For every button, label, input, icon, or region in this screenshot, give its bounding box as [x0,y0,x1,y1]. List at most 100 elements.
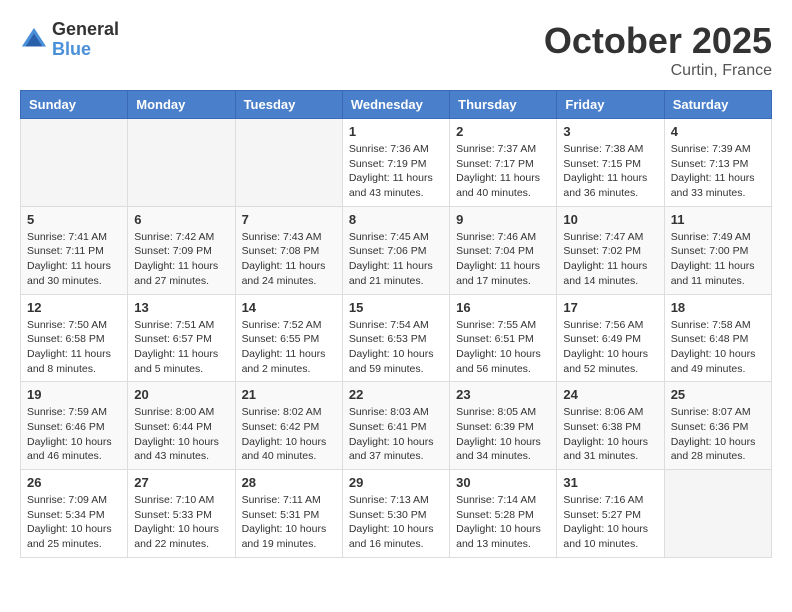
day-info: Sunrise: 7:55 AMSunset: 6:51 PMDaylight:… [456,318,550,377]
calendar-cell [664,470,771,558]
calendar-cell: 13 Sunrise: 7:51 AMSunset: 6:57 PMDayligh… [128,294,235,382]
day-info: Sunrise: 7:46 AMSunset: 7:04 PMDaylight:… [456,230,550,289]
calendar-cell: 3 Sunrise: 7:38 AMSunset: 7:15 PMDaylight… [557,119,664,207]
calendar-cell: 31Sunrise: 7:16 AMSunset: 5:27 PMDayligh… [557,470,664,558]
calendar-cell: 30Sunrise: 7:14 AMSunset: 5:28 PMDayligh… [450,470,557,558]
day-number: 7 [242,212,336,227]
calendar-week-2: 5 Sunrise: 7:41 AMSunset: 7:11 PMDaylight… [21,206,772,294]
day-number: 5 [27,212,121,227]
calendar-cell: 9 Sunrise: 7:46 AMSunset: 7:04 PMDaylight… [450,206,557,294]
day-info: Sunrise: 7:38 AMSunset: 7:15 PMDaylight:… [563,142,657,201]
day-info: Sunrise: 7:58 AMSunset: 6:48 PMDaylight:… [671,318,765,377]
logo: General Blue [20,20,119,60]
day-number: 21 [242,387,336,402]
day-number: 4 [671,124,765,139]
day-number: 8 [349,212,443,227]
location: Curtin, France [544,62,772,80]
day-info: Sunrise: 7:54 AMSunset: 6:53 PMDaylight:… [349,318,443,377]
calendar-cell: 14 Sunrise: 7:52 AMSunset: 6:55 PMDayligh… [235,294,342,382]
calendar-cell [235,119,342,207]
calendar-cell: 24 Sunrise: 8:06 AMSunset: 6:38 PMDayligh… [557,382,664,470]
calendar-cell: 1 Sunrise: 7:36 AMSunset: 7:19 PMDaylight… [342,119,449,207]
day-number: 9 [456,212,550,227]
day-header-saturday: Saturday [664,91,771,119]
calendar-cell: 6 Sunrise: 7:42 AMSunset: 7:09 PMDaylight… [128,206,235,294]
calendar-cell: 12 Sunrise: 7:50 AMSunset: 6:58 PMDayligh… [21,294,128,382]
day-header-wednesday: Wednesday [342,91,449,119]
day-info: Sunrise: 7:47 AMSunset: 7:02 PMDaylight:… [563,230,657,289]
day-header-thursday: Thursday [450,91,557,119]
calendar-cell: 4 Sunrise: 7:39 AMSunset: 7:13 PMDaylight… [664,119,771,207]
day-info: Sunrise: 7:13 AMSunset: 5:30 PMDaylight:… [349,493,443,552]
calendar-header-row: SundayMondayTuesdayWednesdayThursdayFrid… [21,91,772,119]
calendar-cell: 11 Sunrise: 7:49 AMSunset: 7:00 PMDayligh… [664,206,771,294]
day-number: 17 [563,300,657,315]
day-number: 23 [456,387,550,402]
day-number: 6 [134,212,228,227]
day-info: Sunrise: 7:37 AMSunset: 7:17 PMDaylight:… [456,142,550,201]
day-number: 30 [456,475,550,490]
calendar-cell: 20 Sunrise: 8:00 AMSunset: 6:44 PMDayligh… [128,382,235,470]
day-info: Sunrise: 7:09 AMSunset: 5:34 PMDaylight:… [27,493,121,552]
day-info: Sunrise: 7:36 AMSunset: 7:19 PMDaylight:… [349,142,443,201]
calendar-cell: 8Sunrise: 7:45 AMSunset: 7:06 PMDaylight… [342,206,449,294]
day-number: 11 [671,212,765,227]
calendar-cell [128,119,235,207]
day-number: 24 [563,387,657,402]
day-info: Sunrise: 7:50 AMSunset: 6:58 PMDaylight:… [27,318,121,377]
day-header-monday: Monday [128,91,235,119]
day-number: 19 [27,387,121,402]
day-number: 29 [349,475,443,490]
day-header-friday: Friday [557,91,664,119]
calendar-cell: 25Sunrise: 8:07 AMSunset: 6:36 PMDayligh… [664,382,771,470]
logo-text: General Blue [52,20,119,60]
day-number: 27 [134,475,228,490]
day-number: 18 [671,300,765,315]
day-info: Sunrise: 8:06 AMSunset: 6:38 PMDaylight:… [563,405,657,464]
calendar-week-1: 1 Sunrise: 7:36 AMSunset: 7:19 PMDaylight… [21,119,772,207]
logo-blue-text: Blue [52,40,119,60]
calendar-cell: 21Sunrise: 8:02 AMSunset: 6:42 PMDayligh… [235,382,342,470]
calendar-cell: 17 Sunrise: 7:56 AMSunset: 6:49 PMDayligh… [557,294,664,382]
day-number: 22 [349,387,443,402]
day-number: 25 [671,387,765,402]
day-number: 26 [27,475,121,490]
calendar-cell: 27 Sunrise: 7:10 AMSunset: 5:33 PMDayligh… [128,470,235,558]
day-info: Sunrise: 7:41 AMSunset: 7:11 PMDaylight:… [27,230,121,289]
day-number: 3 [563,124,657,139]
day-info: Sunrise: 7:49 AMSunset: 7:00 PMDaylight:… [671,230,765,289]
day-number: 14 [242,300,336,315]
calendar-cell: 10Sunrise: 7:47 AMSunset: 7:02 PMDayligh… [557,206,664,294]
day-number: 13 [134,300,228,315]
calendar-cell: 16 Sunrise: 7:55 AMSunset: 6:51 PMDayligh… [450,294,557,382]
calendar-cell: 28Sunrise: 7:11 AMSunset: 5:31 PMDayligh… [235,470,342,558]
day-number: 16 [456,300,550,315]
day-info: Sunrise: 8:00 AMSunset: 6:44 PMDaylight:… [134,405,228,464]
day-number: 15 [349,300,443,315]
day-info: Sunrise: 7:59 AMSunset: 6:46 PMDaylight:… [27,405,121,464]
day-info: Sunrise: 7:39 AMSunset: 7:13 PMDaylight:… [671,142,765,201]
month-title: October 2025 [544,20,772,62]
calendar-week-4: 19 Sunrise: 7:59 AMSunset: 6:46 PMDayligh… [21,382,772,470]
day-header-sunday: Sunday [21,91,128,119]
day-number: 1 [349,124,443,139]
day-number: 12 [27,300,121,315]
calendar-cell [21,119,128,207]
calendar-week-3: 12 Sunrise: 7:50 AMSunset: 6:58 PMDayligh… [21,294,772,382]
day-info: Sunrise: 7:42 AMSunset: 7:09 PMDaylight:… [134,230,228,289]
day-info: Sunrise: 7:52 AMSunset: 6:55 PMDaylight:… [242,318,336,377]
day-info: Sunrise: 7:51 AMSunset: 6:57 PMDaylight:… [134,318,228,377]
logo-general-text: General [52,20,119,40]
day-info: Sunrise: 7:10 AMSunset: 5:33 PMDaylight:… [134,493,228,552]
calendar-cell: 19 Sunrise: 7:59 AMSunset: 6:46 PMDayligh… [21,382,128,470]
calendar-cell: 29 Sunrise: 7:13 AMSunset: 5:30 PMDayligh… [342,470,449,558]
page-header: General Blue October 2025 Curtin, France [20,20,772,80]
calendar-table: SundayMondayTuesdayWednesdayThursdayFrid… [20,90,772,558]
day-header-tuesday: Tuesday [235,91,342,119]
calendar-cell: 7Sunrise: 7:43 AMSunset: 7:08 PMDaylight… [235,206,342,294]
calendar-cell: 23Sunrise: 8:05 AMSunset: 6:39 PMDayligh… [450,382,557,470]
calendar-week-5: 26 Sunrise: 7:09 AMSunset: 5:34 PMDayligh… [21,470,772,558]
day-number: 20 [134,387,228,402]
day-info: Sunrise: 7:56 AMSunset: 6:49 PMDaylight:… [563,318,657,377]
calendar-cell: 18 Sunrise: 7:58 AMSunset: 6:48 PMDayligh… [664,294,771,382]
